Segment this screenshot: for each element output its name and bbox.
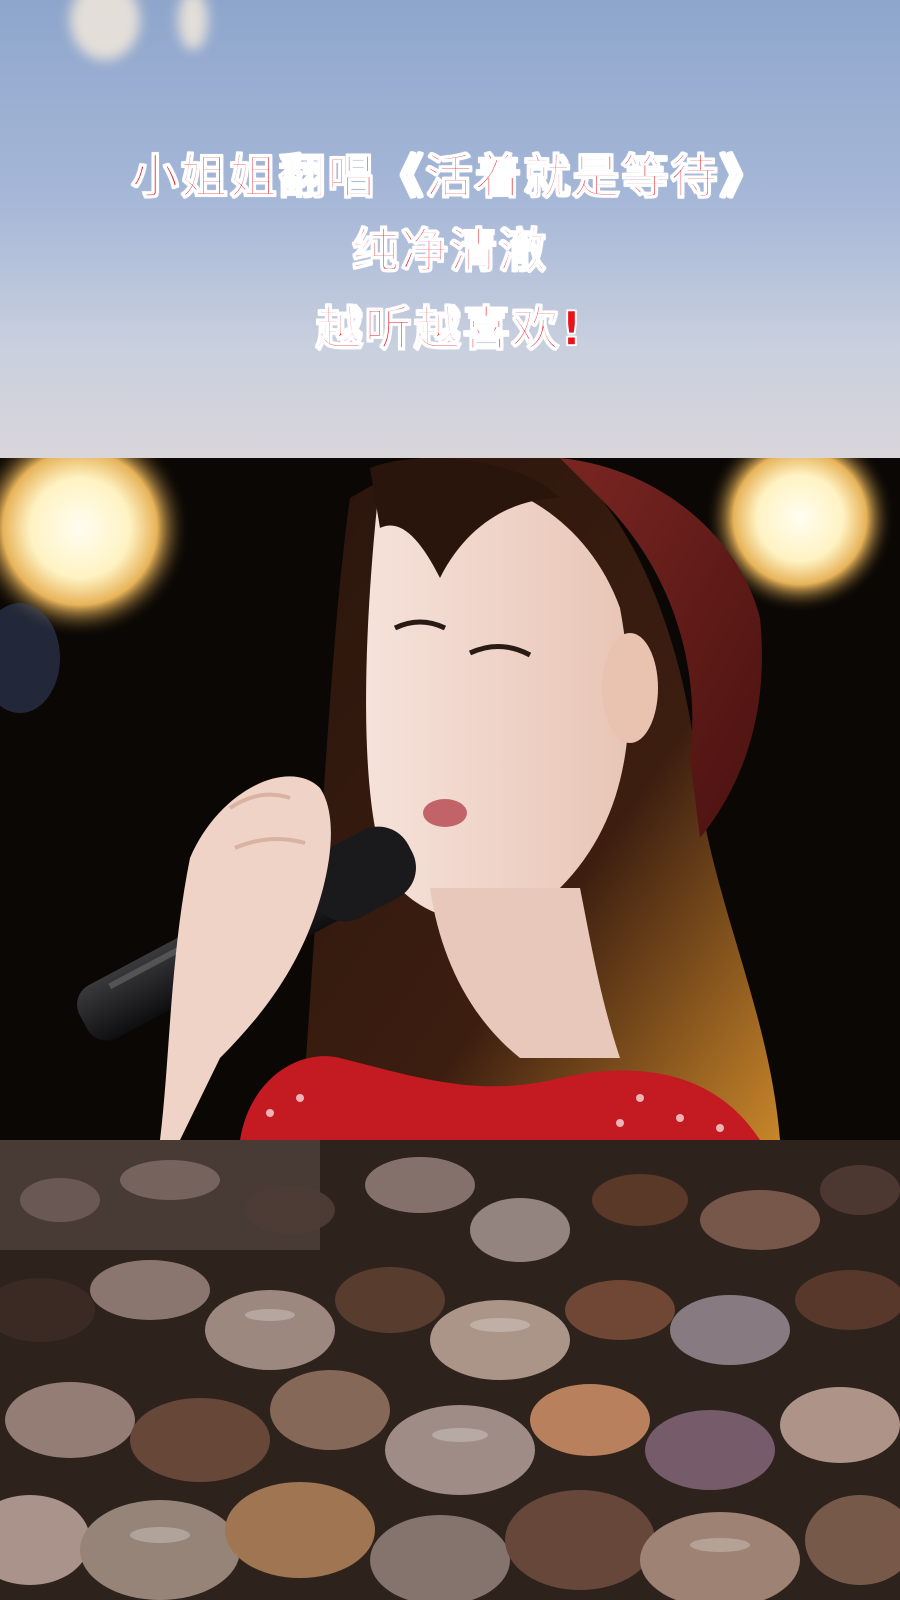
cloud: [70, 0, 140, 60]
caption-tagline: 越听越喜欢!: [315, 301, 585, 358]
singer-video-frame: [0, 458, 900, 1140]
caption-subtitle: 纯净清澈: [351, 223, 548, 280]
pebbles-illustration: [0, 1140, 900, 1600]
caption-title: 小姐姐翻唱《活着就是等待》: [131, 149, 769, 206]
sky-banner: 小姐姐翻唱《活着就是等待》 纯净清澈 越听越喜欢!: [0, 0, 900, 458]
singer-illustration: [0, 458, 895, 1140]
cloud: [178, 0, 208, 50]
pebble-beach: [0, 1140, 900, 1600]
